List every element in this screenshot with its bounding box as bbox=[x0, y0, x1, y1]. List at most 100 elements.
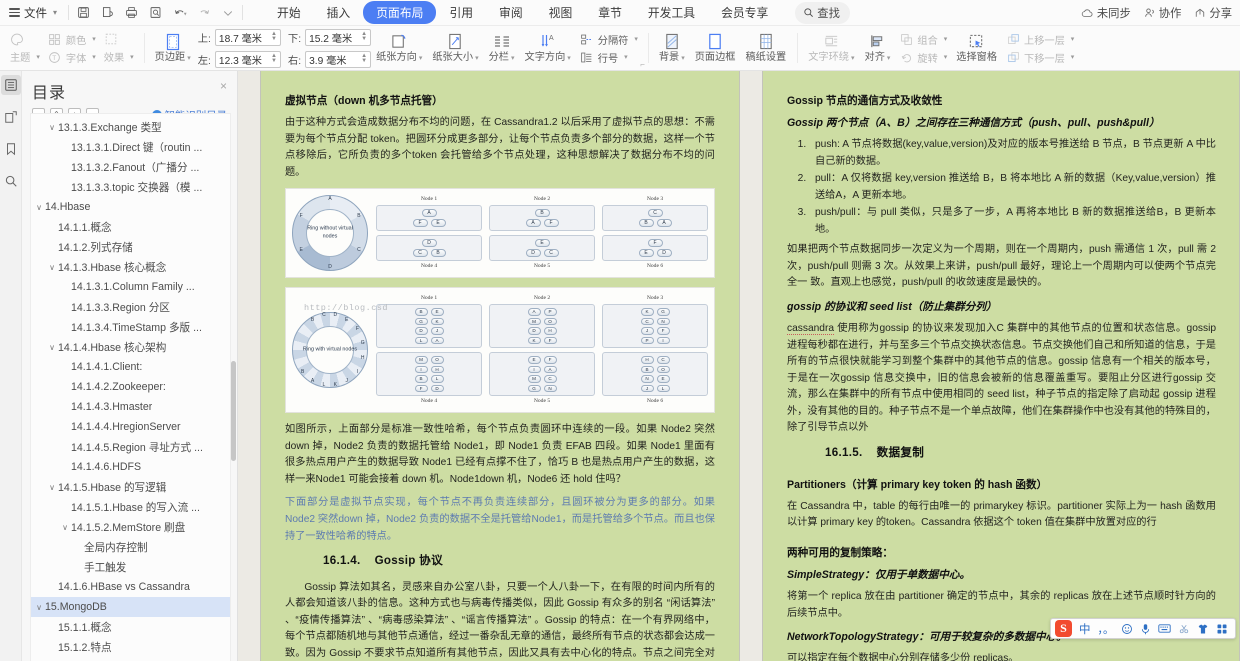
tab-review[interactable]: 审阅 bbox=[486, 1, 536, 24]
chevron-down-icon[interactable]: ∨ bbox=[59, 523, 71, 532]
sogou-logo-icon[interactable]: S bbox=[1055, 620, 1072, 637]
tab-insert[interactable]: 插入 bbox=[314, 1, 364, 24]
orientation-button[interactable]: 纸张方向 ▾ bbox=[371, 33, 427, 64]
page-border-button[interactable]: 页面边框 bbox=[690, 33, 741, 64]
print-icon[interactable] bbox=[124, 5, 139, 20]
margin-top-input[interactable]: 18.7 毫米 ▲ ▼ bbox=[214, 28, 281, 46]
toc-item[interactable]: ∨ 14.1.3.Hbase 核心概念 bbox=[31, 257, 230, 277]
margin-left-field[interactable]: 左: 12.3 毫米 ▲ ▼ bbox=[198, 50, 281, 68]
page-setup-dialog-launcher[interactable]: ⌐ bbox=[640, 60, 645, 69]
toc-item[interactable]: ∨16.Cassandra bbox=[31, 657, 230, 661]
tab-references[interactable]: 引用 bbox=[436, 1, 486, 24]
ime-floating-toolbar[interactable]: S 中 ，。 bbox=[1050, 618, 1236, 639]
ime-keyboard-icon[interactable] bbox=[1158, 623, 1171, 634]
customize-toolbar-icon[interactable] bbox=[220, 5, 235, 20]
undo-icon[interactable]: ▾ bbox=[172, 5, 187, 20]
toc-item[interactable]: 14.1.4.2.Zookeeper: bbox=[31, 377, 230, 397]
tab-start[interactable]: 开始 bbox=[264, 1, 314, 24]
thumbnail-icon[interactable] bbox=[1, 107, 21, 127]
breaks-button[interactable]: 分隔符 ▾ bbox=[580, 32, 638, 47]
document-page-right[interactable]: Gossip 节点的通信方式及收敛性 Gossip 两个节点（A、B）之间存在三… bbox=[763, 71, 1240, 661]
tab-sections[interactable]: 章节 bbox=[585, 1, 635, 24]
theme-button[interactable]: 主题 ▾ bbox=[10, 49, 40, 64]
rotate-button[interactable]: 旋转 ▾ bbox=[899, 50, 947, 65]
toc-item[interactable]: 14.1.4.3.Hmaster bbox=[31, 397, 230, 417]
toc-item[interactable]: 15.1.1.概念 bbox=[31, 617, 230, 637]
toc-item[interactable]: ∨ 15.MongoDB bbox=[31, 597, 230, 617]
toc-item[interactable]: 13.1.3.3.topic 交换器（模 ... bbox=[31, 177, 230, 197]
margin-left-input[interactable]: 12.3 毫米 ▲ ▼ bbox=[214, 50, 281, 68]
toc-item[interactable]: 14.1.4.5.Region 寻址方式 ... bbox=[31, 437, 230, 457]
columns-button[interactable]: 分栏 ▾ bbox=[484, 33, 520, 64]
search-icon[interactable] bbox=[1, 171, 21, 191]
effects-button[interactable]: 效果 ▾ bbox=[104, 49, 134, 64]
tab-developer-tools[interactable]: 开发工具 bbox=[635, 1, 708, 24]
grid-paper-button[interactable]: 稿纸设置 bbox=[741, 33, 792, 64]
tab-member-exclusive[interactable]: 会员专享 bbox=[708, 1, 781, 24]
ime-tools-icon[interactable] bbox=[1178, 623, 1190, 635]
margin-right-input[interactable]: 3.9 毫米 ▲ ▼ bbox=[305, 50, 372, 68]
margin-bottom-input[interactable]: 15.2 毫米 ▲ ▼ bbox=[305, 28, 372, 46]
line-number-button[interactable]: 行号 ▾ bbox=[580, 50, 638, 65]
margin-bottom-field[interactable]: 下: 15.2 毫米 ▲ ▼ bbox=[288, 28, 372, 46]
group-button[interactable]: 组合 ▾ bbox=[899, 32, 947, 47]
toc-item[interactable]: 14.1.6.HBase vs Cassandra bbox=[31, 577, 230, 597]
chevron-down-icon[interactable]: ∨ bbox=[33, 603, 45, 612]
toc-item[interactable]: 15.1.2.特点 bbox=[31, 637, 230, 657]
search-doc-icon[interactable] bbox=[148, 5, 163, 20]
save-icon[interactable] bbox=[76, 5, 91, 20]
selection-pane-button[interactable]: 选择窗格 bbox=[951, 33, 1002, 64]
bring-forward-button[interactable]: 上移一层 ▾ bbox=[1006, 32, 1074, 47]
background-button[interactable]: 背景 ▾ bbox=[654, 33, 690, 64]
ime-apps-icon[interactable] bbox=[1216, 623, 1228, 635]
tab-page-layout[interactable]: 页面布局 bbox=[363, 1, 437, 24]
toc-item[interactable]: ∨ 14.1.4.Hbase 核心架构 bbox=[31, 337, 230, 357]
ime-emoji-icon[interactable] bbox=[1121, 623, 1133, 635]
text-wrap-button[interactable]: 文字环绕 ▾ bbox=[803, 33, 859, 64]
margin-right-field[interactable]: 右: 3.9 毫米 ▲ ▼ bbox=[288, 50, 372, 68]
toc-item[interactable]: 14.1.3.4.TimeStamp 多版 ... bbox=[31, 317, 230, 337]
spinner-arrows-icon[interactable]: ▲ ▼ bbox=[271, 53, 277, 64]
toc-item[interactable]: 14.1.1.概念 bbox=[31, 217, 230, 237]
toc-item[interactable]: 手工触发 bbox=[31, 557, 230, 577]
paper-size-button[interactable]: 纸张大小 ▾ bbox=[427, 33, 483, 64]
toc-item[interactable]: 14.1.4.6.HDFS bbox=[31, 457, 230, 477]
bookmark-icon[interactable] bbox=[1, 139, 21, 159]
spinner-arrows-icon[interactable]: ▲ ▼ bbox=[361, 53, 367, 64]
toc-item[interactable]: 13.1.3.1.Direct 键（routin ... bbox=[31, 137, 230, 157]
toc-item[interactable]: 14.1.4.4.HregionServer bbox=[31, 417, 230, 437]
toc-item[interactable]: 14.1.3.3.Region 分区 bbox=[31, 297, 230, 317]
redo-icon[interactable] bbox=[196, 5, 211, 20]
outline-icon[interactable] bbox=[0, 75, 21, 95]
collaborate-button[interactable]: 协作 bbox=[1144, 5, 1181, 21]
toc-item[interactable]: ∨ 14.1.5.2.MemStore 刷盘 bbox=[31, 517, 230, 537]
toc-item[interactable]: 14.1.3.1.Column Family ... bbox=[31, 277, 230, 297]
toc-item[interactable]: ∨ 13.1.3.Exchange 类型 bbox=[31, 117, 230, 137]
spinner-arrows-icon[interactable]: ▲ ▼ bbox=[271, 31, 277, 42]
spinner-arrows-icon[interactable]: ▲ ▼ bbox=[361, 31, 367, 42]
ime-skin-icon[interactable] bbox=[1197, 623, 1209, 635]
effects-glyph[interactable] bbox=[104, 32, 134, 46]
toc-item[interactable]: 14.1.4.1.Client: bbox=[31, 357, 230, 377]
colors-button[interactable]: 颜色 ▾ bbox=[48, 32, 96, 47]
sync-status-button[interactable]: 未同步 bbox=[1081, 5, 1131, 21]
send-backward-button[interactable]: 下移一层 ▾ bbox=[1006, 50, 1074, 65]
margins-button[interactable]: 页边距 ▾ bbox=[150, 33, 196, 64]
toc-scrollbar[interactable] bbox=[231, 361, 236, 461]
toc-item[interactable]: ∨ 14.Hbase bbox=[31, 197, 230, 217]
toc-item[interactable]: 14.1.2.列式存储 bbox=[31, 237, 230, 257]
ime-voice-icon[interactable] bbox=[1140, 623, 1151, 635]
chevron-down-icon[interactable]: ∨ bbox=[46, 343, 58, 352]
chevron-down-icon[interactable]: ∨ bbox=[33, 203, 45, 212]
chevron-down-icon[interactable]: ∨ bbox=[46, 123, 58, 132]
file-menu-button[interactable]: 文件 ▾ bbox=[0, 5, 61, 21]
align-button[interactable]: 对齐 ▾ bbox=[860, 33, 896, 64]
ime-language-toggle[interactable]: 中 bbox=[1079, 621, 1091, 637]
document-canvas[interactable]: 虚拟节点（down 机多节点托管） 由于这种方式会造成数据分布不均的问题，在 C… bbox=[238, 71, 1240, 661]
close-icon[interactable]: × bbox=[220, 79, 227, 93]
toc-item[interactable]: ∨ 14.1.5.Hbase 的写逻辑 bbox=[31, 477, 230, 497]
theme-colors-button[interactable] bbox=[10, 32, 40, 46]
ime-punctuation-toggle[interactable]: ，。 bbox=[1098, 621, 1115, 637]
tab-view[interactable]: 视图 bbox=[536, 1, 586, 24]
margin-top-field[interactable]: 上: 18.7 毫米 ▲ ▼ bbox=[198, 28, 281, 46]
